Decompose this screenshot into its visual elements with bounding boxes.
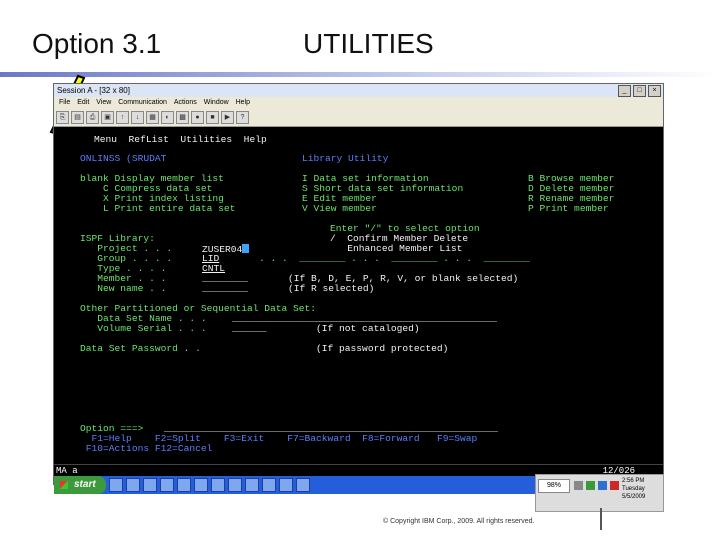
map-icon[interactable]: ▩ bbox=[176, 111, 189, 124]
alert-icon[interactable] bbox=[610, 481, 619, 490]
quicklaunch-icon-12[interactable] bbox=[295, 478, 310, 492]
paste-icon[interactable]: ▤ bbox=[71, 111, 84, 124]
panel-id: ONLINSS (SRUDAT bbox=[80, 153, 167, 164]
color-icon[interactable]: ◐ bbox=[161, 111, 174, 124]
option-mid-4: V View member bbox=[302, 203, 377, 214]
network-icon[interactable] bbox=[574, 481, 583, 490]
cursor bbox=[242, 244, 250, 253]
panel-title: Library Utility bbox=[302, 153, 389, 164]
battery-level[interactable]: 98% bbox=[538, 479, 570, 493]
window-menubar: File Edit View Communication Actions Win… bbox=[54, 97, 663, 109]
slide-title-left: Option 3.1 bbox=[32, 28, 162, 59]
quicklaunch-icon-4[interactable] bbox=[159, 478, 174, 492]
terminal-window: Session A - [32 x 80] _ □ × File Edit Vi… bbox=[53, 83, 664, 494]
clock-day: Tuesday bbox=[622, 486, 645, 492]
window-title: Session A - [32 x 80] bbox=[57, 86, 130, 95]
divider-mark bbox=[600, 508, 602, 530]
title-divider bbox=[0, 72, 720, 77]
menu-communication[interactable]: Communication bbox=[118, 99, 167, 106]
newname-field[interactable]: ________ bbox=[202, 284, 248, 294]
clock-date: 5/5/2009 bbox=[622, 494, 646, 500]
menu-view[interactable]: View bbox=[96, 99, 111, 106]
volser-note: (If not cataloged) bbox=[316, 323, 420, 334]
print-icon[interactable]: ⎙ bbox=[86, 111, 99, 124]
receive-icon[interactable]: ↓ bbox=[131, 111, 144, 124]
send-icon[interactable]: ↑ bbox=[116, 111, 129, 124]
newname-note: (If R selected) bbox=[288, 283, 375, 294]
save-icon[interactable]: ▣ bbox=[101, 111, 114, 124]
system-tray: 98% 2:56 PM Tuesday 5/5/2009 bbox=[535, 474, 664, 512]
menu-window[interactable]: Window bbox=[204, 99, 229, 106]
help-icon[interactable]: ? bbox=[236, 111, 249, 124]
slide-title-right: UTILITIES bbox=[303, 28, 434, 59]
clock[interactable]: 2:56 PM Tuesday 5/5/2009 bbox=[622, 477, 645, 501]
maximize-button[interactable]: □ bbox=[633, 85, 646, 97]
quicklaunch-icon-11[interactable] bbox=[278, 478, 293, 492]
window-titlebar: Session A - [32 x 80] _ □ × bbox=[54, 84, 663, 97]
copy-icon[interactable]: ⎘ bbox=[56, 111, 69, 124]
volser-field[interactable]: ______ bbox=[232, 324, 267, 334]
clock-time: 2:56 PM bbox=[622, 478, 645, 484]
close-button[interactable]: × bbox=[648, 85, 661, 97]
window-toolbar: ⎘ ▤ ⎙ ▣ ↑ ↓ ▦ ◐ ▩ ● ■ ▶ ? bbox=[54, 109, 663, 127]
terminal-screen: Menu RefList Utilities Help ONLINSS (SRU… bbox=[54, 127, 663, 464]
menu-actions[interactable]: Actions bbox=[174, 99, 197, 106]
option-left-4: L Print entire data set bbox=[80, 203, 236, 214]
quicklaunch-icon-6[interactable] bbox=[193, 478, 208, 492]
action-bar[interactable]: Menu RefList Utilities Help bbox=[94, 135, 267, 145]
stop-icon[interactable]: ■ bbox=[206, 111, 219, 124]
quicklaunch-icon-10[interactable] bbox=[261, 478, 276, 492]
minimize-button[interactable]: _ bbox=[618, 85, 631, 97]
quicklaunch-icon-2[interactable] bbox=[125, 478, 140, 492]
play-icon[interactable]: ▶ bbox=[221, 111, 234, 124]
menu-edit[interactable]: Edit bbox=[77, 99, 89, 106]
menu-help[interactable]: Help bbox=[236, 99, 250, 106]
quicklaunch-icon-5[interactable] bbox=[176, 478, 191, 492]
start-button[interactable]: start bbox=[54, 476, 106, 494]
group-extra-fields[interactable]: . . . ________ . . . ________ . . . ____… bbox=[259, 254, 530, 264]
password-label: Data Set Password . . bbox=[80, 343, 201, 354]
option-right-4: P Print member bbox=[528, 203, 609, 214]
display-icon[interactable]: ▦ bbox=[146, 111, 159, 124]
quicklaunch-icon-9[interactable] bbox=[244, 478, 259, 492]
record-icon[interactable]: ● bbox=[191, 111, 204, 124]
wifi-icon[interactable] bbox=[598, 481, 607, 490]
pfkeys-row-2[interactable]: F10=Actions F12=Cancel bbox=[80, 444, 213, 454]
quicklaunch-icon-8[interactable] bbox=[227, 478, 242, 492]
menu-file[interactable]: File bbox=[59, 99, 70, 106]
password-note: (If password protected) bbox=[316, 343, 449, 354]
volser-label: Volume Serial . . . bbox=[80, 323, 207, 334]
copyright-footer: © Copyright IBM Corp., 2009. All rights … bbox=[383, 518, 535, 525]
quicklaunch-icon-7[interactable] bbox=[210, 478, 225, 492]
security-icon[interactable] bbox=[586, 481, 595, 490]
quicklaunch-icon-1[interactable] bbox=[108, 478, 123, 492]
newname-label: New name . . bbox=[80, 283, 167, 294]
quicklaunch-icon-3[interactable] bbox=[142, 478, 157, 492]
